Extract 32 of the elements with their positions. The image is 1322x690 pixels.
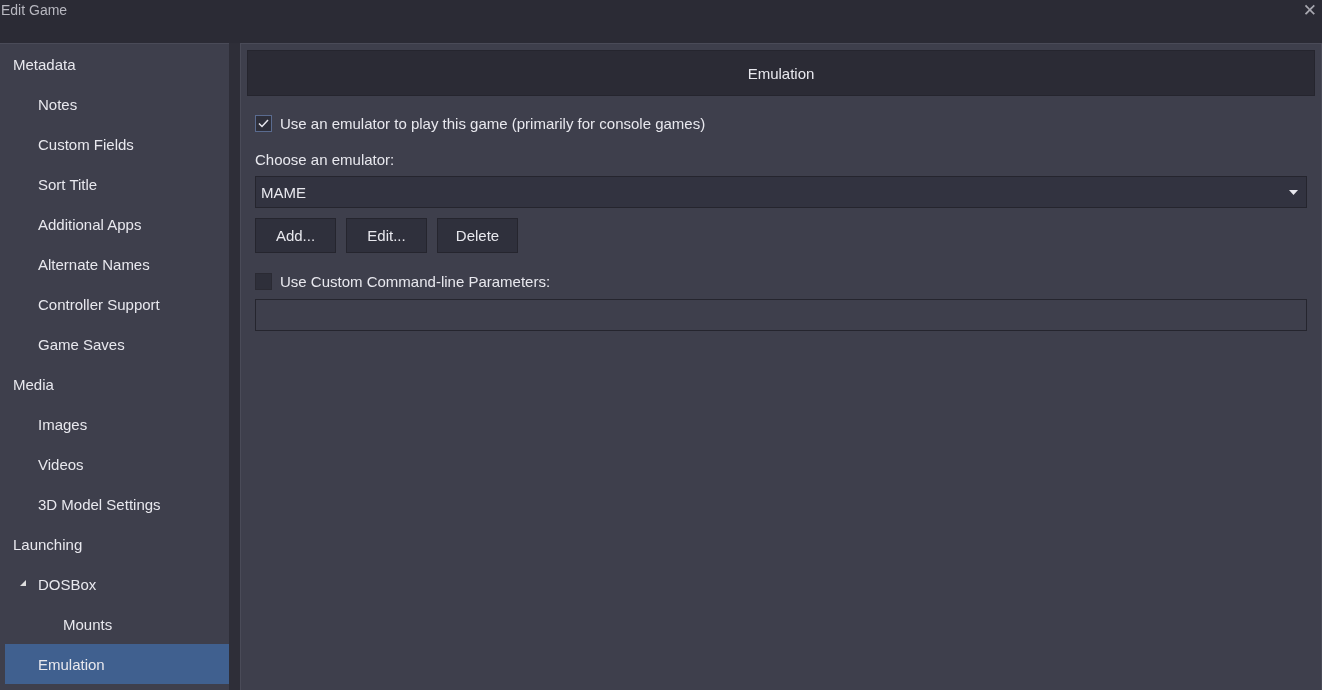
sidebar-item[interactable]: Game Saves [5, 324, 229, 364]
sidebar-item[interactable]: Alternate Names [5, 244, 229, 284]
sidebar-item[interactable]: Metadata [5, 44, 229, 84]
field-label: Choose an emulator: [255, 151, 396, 170]
panel-header: Emulation [247, 50, 1315, 96]
sidebar-item[interactable]: Launching [5, 524, 229, 564]
checkbox[interactable] [255, 114, 272, 132]
emulator-dropdown[interactable]: MAME [255, 176, 1307, 208]
sidebar-item[interactable]: Videos [5, 444, 229, 484]
sidebar-item[interactable]: Notes [5, 84, 229, 124]
triangle-down-icon[interactable] [20, 579, 28, 587]
caret-icon [1289, 189, 1298, 195]
checkbox-label: Use an emulator to play this game (primarily for console games) [280, 114, 706, 132]
checkbox[interactable] [255, 272, 272, 290]
sidebar-item[interactable]: Additional Apps [5, 204, 229, 244]
action-button[interactable]: Add... [255, 218, 336, 253]
sidebar-item[interactable]: Emulation [5, 644, 229, 684]
sidebar-item[interactable]: Media [5, 364, 229, 404]
sidebar-item[interactable]: Images [5, 404, 229, 444]
window-title: Edit Game [0, 1, 68, 18]
checkmark-icon [258, 118, 269, 128]
sidebar-item[interactable]: Controller Support [5, 284, 229, 324]
sidebar-item[interactable]: 3D Model Settings [5, 484, 229, 524]
parameters-field[interactable] [255, 299, 1307, 331]
sidebar-item[interactable]: Mounts [5, 604, 229, 644]
action-button[interactable]: Edit... [346, 218, 427, 253]
checkbox-label: Use Custom Command-line Parameters: [280, 272, 551, 290]
action-button[interactable]: Delete [437, 218, 518, 253]
close-button[interactable]: ✕ [1297, 0, 1322, 20]
sidebar-item[interactable]: Custom Fields [5, 124, 229, 164]
sidebar-item[interactable]: DOSBox [5, 564, 229, 604]
sidebar-item[interactable]: Sort Title [5, 164, 229, 204]
